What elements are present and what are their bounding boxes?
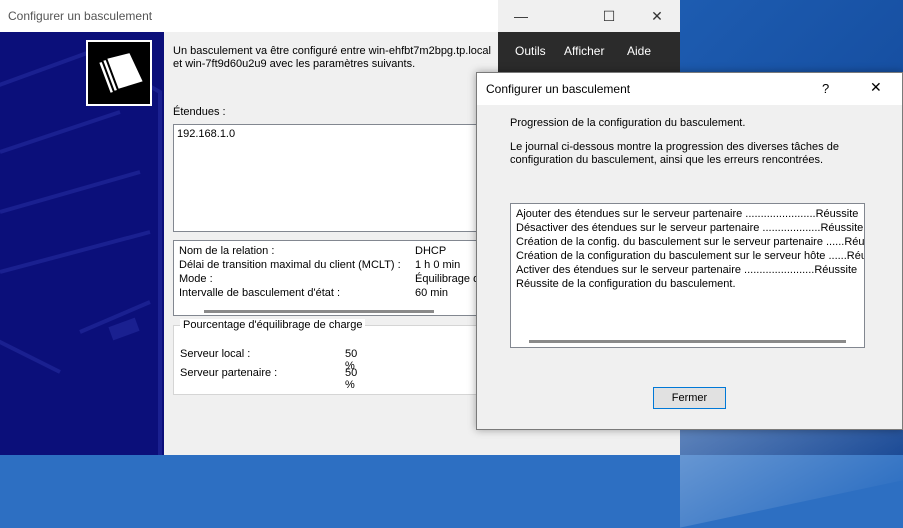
relation-key: Délai de transition maximal du client (M… — [179, 259, 401, 271]
relation-value: Équilibrage de — [415, 273, 483, 285]
log-line: Création de la configuration du basculem… — [516, 250, 865, 262]
load-row: Serveur local : 50 % — [180, 348, 357, 372]
wizard-title: Configurer un basculement — [8, 9, 153, 23]
progress-dialog: Configurer un basculement ? ✕ Progressio… — [476, 72, 903, 430]
relation-value: 1 h 0 min — [415, 259, 461, 271]
log-line: Désactiver des étendues sur le serveur p… — [516, 222, 864, 234]
menu-afficher[interactable]: Afficher — [564, 44, 604, 58]
relation-key: Intervalle de basculement d'état : — [179, 287, 341, 299]
relation-key: Nom de la relation : — [179, 245, 275, 257]
close-icon[interactable]: ✕ — [634, 0, 680, 32]
load-balance-legend: Pourcentage d'équilibrage de charge — [180, 319, 366, 331]
log-line: Activer des étendues sur le serveur part… — [516, 264, 858, 276]
wizard-titlebar: Configurer un basculement — [0, 0, 498, 32]
help-icon[interactable]: ? — [822, 81, 829, 96]
minimize-icon[interactable]: — — [498, 0, 544, 32]
scopes-list[interactable]: 192.168.1.0 — [173, 124, 483, 232]
horizontal-scrollbar[interactable] — [529, 340, 846, 343]
scopes-label: Étendues : — [173, 106, 226, 118]
load-row: Serveur partenaire : 50 % — [180, 367, 357, 391]
wizard-description: Un basculement va être configuré entre w… — [173, 45, 491, 70]
horizontal-scrollbar[interactable] — [204, 310, 434, 313]
log-line: Création de la config. du basculement su… — [516, 236, 865, 248]
load-balance-group: Pourcentage d'équilibrage de charge Serv… — [173, 319, 483, 395]
load-value: 50 % — [345, 367, 358, 391]
background-app-statusbar — [498, 430, 680, 455]
dialog-titlebar: Configurer un basculement ? ✕ — [477, 73, 902, 105]
relation-value: 60 min — [415, 287, 449, 299]
menu-outils[interactable]: Outils — [515, 44, 546, 58]
log-line: Ajouter des étendues sur le serveur part… — [516, 208, 859, 220]
folders-icon — [86, 40, 152, 106]
background-app-titlebar: — ☐ ✕ — [498, 0, 680, 32]
progress-log[interactable]: Ajouter des étendues sur le serveur part… — [510, 203, 865, 348]
relation-settings-list[interactable]: Nom de la relation : DHCP Délai de trans… — [173, 240, 483, 316]
close-button[interactable]: Fermer — [653, 387, 726, 409]
relation-key: Mode : — [179, 273, 213, 285]
load-key: Serveur partenaire : — [180, 367, 278, 379]
menu-aide[interactable]: Aide — [627, 44, 651, 58]
scope-item[interactable]: 192.168.1.0 — [177, 128, 235, 140]
log-line: Réussite de la configuration du basculem… — [516, 278, 736, 290]
progress-description: Le journal ci-dessous montre la progress… — [510, 141, 839, 166]
close-icon[interactable]: ✕ — [870, 79, 882, 96]
wizard-window: Configurer un basculement Un basculement… — [0, 0, 498, 455]
load-key: Serveur local : — [180, 348, 251, 360]
relation-value: DHCP — [415, 245, 447, 257]
dialog-title: Configurer un basculement — [486, 82, 631, 96]
maximize-icon[interactable]: ☐ — [586, 0, 632, 32]
progress-title: Progression de la configuration du bascu… — [510, 117, 746, 129]
